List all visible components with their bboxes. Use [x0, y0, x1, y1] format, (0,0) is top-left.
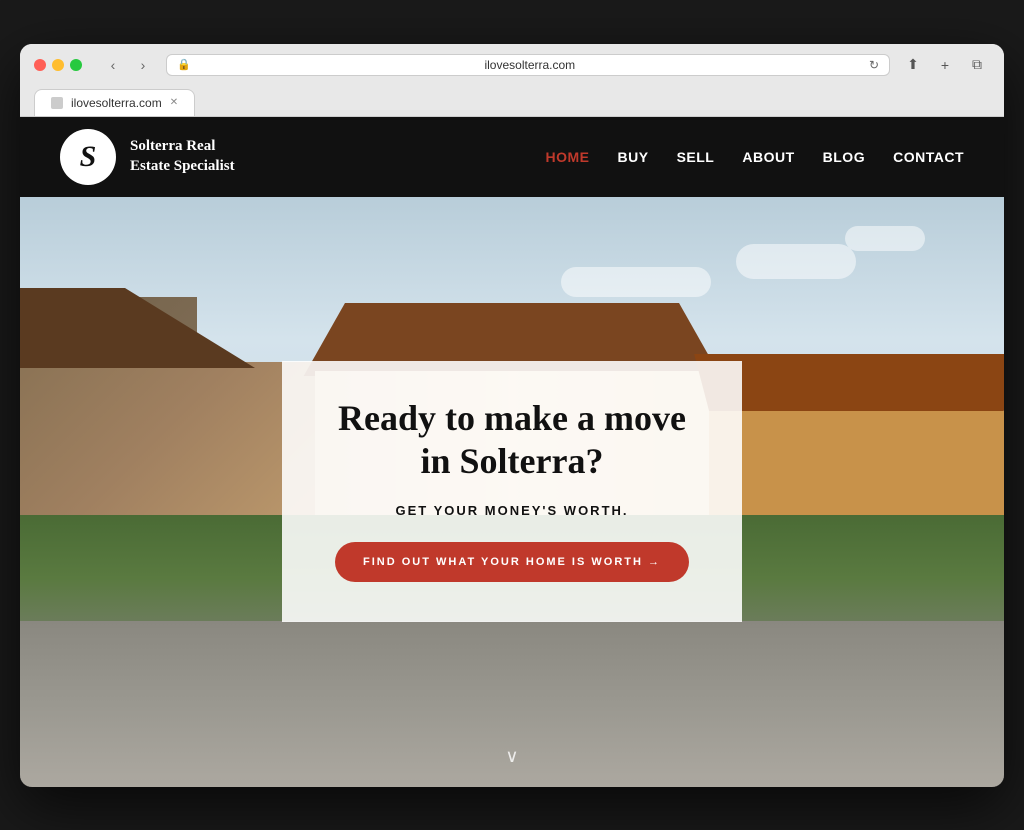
- hero-cta-button[interactable]: FIND OUT WHAT YOUR HOME IS WORTH →: [335, 542, 689, 582]
- site-header: S Solterra Real Estate Specialist HOME B…: [20, 117, 1004, 197]
- reload-icon[interactable]: ↻: [869, 58, 879, 72]
- scroll-indicator[interactable]: ∨: [505, 746, 518, 767]
- logo-name-line1: Solterra Real: [130, 138, 215, 154]
- browser-tab[interactable]: ilovesolterra.com ✕: [34, 89, 195, 116]
- tab-close-icon[interactable]: ✕: [170, 97, 178, 108]
- browser-chrome: ‹ › 🔒 ilovesolterra.com ↻ ⬆ + ⧉ ilovesol…: [20, 44, 1004, 117]
- logo-area[interactable]: S Solterra Real Estate Specialist: [60, 129, 235, 185]
- website: S Solterra Real Estate Specialist HOME B…: [20, 117, 1004, 787]
- logo-letter: S: [80, 140, 97, 174]
- logo-text: Solterra Real Estate Specialist: [130, 137, 235, 176]
- nav-buy[interactable]: BUY: [618, 149, 649, 165]
- traffic-light-red[interactable]: [34, 59, 46, 71]
- browser-window: ‹ › 🔒 ilovesolterra.com ↻ ⬆ + ⧉ ilovesol…: [20, 44, 1004, 787]
- traffic-light-green[interactable]: [70, 59, 82, 71]
- cloud-1: [736, 244, 856, 279]
- nav-buttons: ‹ ›: [100, 54, 156, 76]
- lock-icon: 🔒: [177, 58, 191, 71]
- hero-section: Ready to make a move in Solterra? GET YO…: [20, 197, 1004, 787]
- hero-subheadline: GET YOUR MONEY'S WORTH.: [332, 503, 692, 518]
- browser-actions: ⬆ + ⧉: [900, 54, 990, 76]
- nav-about[interactable]: ABOUT: [742, 149, 794, 165]
- nav-contact[interactable]: CONTACT: [893, 149, 964, 165]
- tab-label: ilovesolterra.com: [71, 96, 162, 110]
- logo-name-line2: Estate Specialist: [130, 158, 235, 174]
- nav-sell[interactable]: SELL: [677, 149, 715, 165]
- back-button[interactable]: ‹: [100, 54, 126, 76]
- tabs-overview-button[interactable]: ⧉: [964, 54, 990, 76]
- cloud-3: [561, 267, 711, 297]
- site-nav: HOME BUY SELL ABOUT BLOG CONTACT: [546, 149, 964, 165]
- share-button[interactable]: ⬆: [900, 54, 926, 76]
- address-bar[interactable]: 🔒 ilovesolterra.com ↻: [166, 54, 890, 76]
- logo-circle: S: [60, 129, 116, 185]
- new-tab-button[interactable]: +: [932, 54, 958, 76]
- traffic-lights: [34, 59, 82, 71]
- nav-home[interactable]: HOME: [546, 149, 590, 165]
- nav-blog[interactable]: BLOG: [823, 149, 865, 165]
- hero-headline: Ready to make a move in Solterra?: [332, 397, 692, 483]
- tab-favicon: [51, 97, 63, 109]
- hero-content-box: Ready to make a move in Solterra? GET YO…: [282, 361, 742, 622]
- traffic-light-yellow[interactable]: [52, 59, 64, 71]
- house-left-roof: [20, 288, 255, 368]
- cloud-2: [845, 226, 925, 251]
- forward-button[interactable]: ›: [130, 54, 156, 76]
- url-display: ilovesolterra.com: [197, 58, 863, 72]
